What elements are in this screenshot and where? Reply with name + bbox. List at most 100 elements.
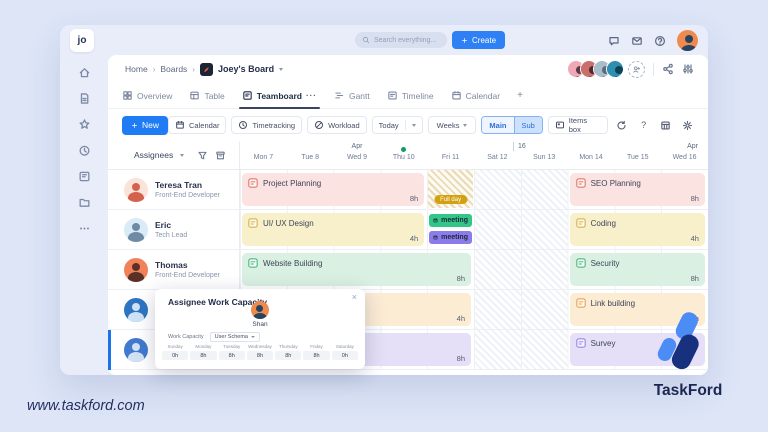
plus-icon: [461, 37, 468, 44]
tab-gantt[interactable]: Gantt: [334, 83, 370, 108]
assignee-cell[interactable]: Teresa TranFront-End Developer: [108, 170, 240, 209]
view-tabs: Overview Table Teamboard··· Gantt Timeline Ca…: [108, 83, 708, 109]
folder-icon[interactable]: [78, 196, 91, 209]
tab-teamboard[interactable]: Teamboard···: [242, 83, 317, 108]
day-capacity-value[interactable]: 0h: [332, 351, 358, 360]
share-icon: [662, 63, 674, 75]
timetracking-view-button[interactable]: Timetracking: [231, 116, 302, 134]
add-view-button[interactable]: +: [517, 83, 523, 108]
search-input[interactable]: Search everything...: [355, 32, 447, 48]
absence-cell[interactable]: Full day: [428, 170, 473, 208]
home-icon[interactable]: [78, 66, 91, 79]
task-bar[interactable]: SEO Planning8h: [570, 173, 705, 206]
tab-timeline[interactable]: Timeline: [387, 83, 434, 108]
assignee-row: Teresa TranFront-End DeveloperProject Pl…: [108, 170, 708, 210]
itemsbox-icon: [555, 120, 565, 130]
task-bar[interactable]: Project Planning8h: [242, 173, 424, 206]
refresh-button[interactable]: [613, 116, 630, 134]
add-member-button[interactable]: [628, 61, 645, 78]
sub-toggle[interactable]: Sub: [514, 117, 542, 133]
assignee-name: Thomas: [155, 260, 220, 271]
capacity-dropdown[interactable]: User Schema: [210, 332, 260, 342]
filter-icon[interactable]: [197, 150, 208, 161]
breadcrumb-home[interactable]: Home: [125, 64, 148, 74]
items-box-button[interactable]: Items box: [548, 116, 608, 134]
chat-icon[interactable]: [608, 35, 620, 47]
chevron-down-icon: [251, 336, 255, 338]
task-label: Coding: [591, 219, 616, 228]
rocket-icon: [202, 65, 211, 74]
zoom-select[interactable]: Weeks: [428, 116, 477, 134]
dots-icon: [78, 222, 91, 235]
day-capacity-value[interactable]: 8h: [247, 351, 273, 360]
user-avatar[interactable]: [677, 30, 698, 51]
chevron-right-icon: ›: [192, 65, 195, 74]
archive-box-icon[interactable]: [215, 150, 226, 161]
day-capacity-value[interactable]: 8h: [275, 351, 301, 360]
workspace-logo[interactable]: jo: [70, 29, 94, 52]
add-user-icon: [632, 65, 641, 74]
assignee-cell[interactable]: EricTech Lead: [108, 210, 240, 249]
task-hours: 8h: [691, 194, 699, 203]
help-button[interactable]: ?: [635, 116, 652, 134]
avatar: [124, 218, 148, 242]
task-type-icon: [576, 338, 586, 348]
more-icon[interactable]: ···: [306, 91, 317, 100]
main-toggle[interactable]: Main: [482, 117, 513, 133]
marketing-canvas: jo Search everything... Create: [0, 0, 768, 432]
day-column-header: Wed 16: [661, 154, 708, 161]
taskford-logo: [650, 310, 716, 385]
settings-sliders-icon[interactable]: [682, 63, 694, 75]
task-bar[interactable]: Website Building8h: [242, 253, 471, 286]
teamboard-icon: [242, 90, 253, 101]
tab-calendar[interactable]: Calendar: [451, 83, 501, 108]
new-button[interactable]: New: [122, 116, 168, 135]
create-button[interactable]: Create: [452, 31, 505, 49]
star-icon[interactable]: [78, 118, 91, 131]
close-icon[interactable]: ×: [352, 292, 357, 302]
calendar-icon: [433, 217, 438, 224]
day-column-header: Tue 15: [614, 154, 661, 161]
task-bar[interactable]: Security8h: [570, 253, 705, 286]
board-icon[interactable]: [78, 170, 91, 183]
task-bar[interactable]: Coding4h: [570, 213, 705, 246]
plus-icon: [131, 122, 138, 129]
team-avatar-group[interactable]: [567, 60, 624, 78]
tab-table[interactable]: Table: [189, 83, 224, 108]
help-icon[interactable]: [654, 35, 666, 47]
day-capacity-value[interactable]: 8h: [190, 351, 216, 360]
tab-overview[interactable]: Overview: [122, 83, 172, 108]
day-capacity-value[interactable]: 8h: [219, 351, 245, 360]
mail-icon[interactable]: [631, 35, 643, 47]
calendar-view-button[interactable]: Calendar: [168, 116, 226, 134]
day-column-header: Mon 14: [568, 154, 615, 161]
assignee-role: Tech Lead: [155, 231, 187, 240]
task-bar[interactable]: UI/ UX Design4h: [242, 213, 424, 246]
layout-button[interactable]: [657, 116, 674, 134]
board-title[interactable]: Joey's Board: [218, 64, 274, 74]
meeting-chip[interactable]: meeting: [429, 214, 472, 227]
meeting-chip[interactable]: meeting: [429, 231, 472, 244]
assignees-header[interactable]: Assignees: [108, 141, 240, 169]
file-icon[interactable]: [78, 92, 91, 105]
task-type-icon: [576, 178, 586, 188]
workload-view-button[interactable]: Workload: [307, 116, 367, 134]
history-icon[interactable]: [78, 144, 91, 157]
chevron-down-icon[interactable]: [279, 68, 283, 71]
share-icon[interactable]: [662, 63, 674, 75]
home-icon: [78, 66, 91, 79]
day-capacity-value[interactable]: 0h: [162, 351, 188, 360]
mail-icon: [631, 35, 643, 47]
gear-icon[interactable]: [679, 116, 696, 134]
search-placeholder: Search everything...: [374, 37, 436, 44]
month-label: Apr: [687, 143, 698, 150]
overview-icon: [122, 90, 133, 101]
day-capacity-value[interactable]: 8h: [303, 351, 329, 360]
assignee-cell[interactable]: ThomasFront-End Developer: [108, 250, 240, 289]
today-button[interactable]: Today: [372, 116, 423, 134]
plus-icon: [461, 37, 468, 44]
dots-icon[interactable]: [78, 222, 91, 235]
breadcrumb-boards[interactable]: Boards: [160, 64, 187, 74]
apps-icon: [660, 120, 671, 131]
divider: [405, 120, 406, 130]
